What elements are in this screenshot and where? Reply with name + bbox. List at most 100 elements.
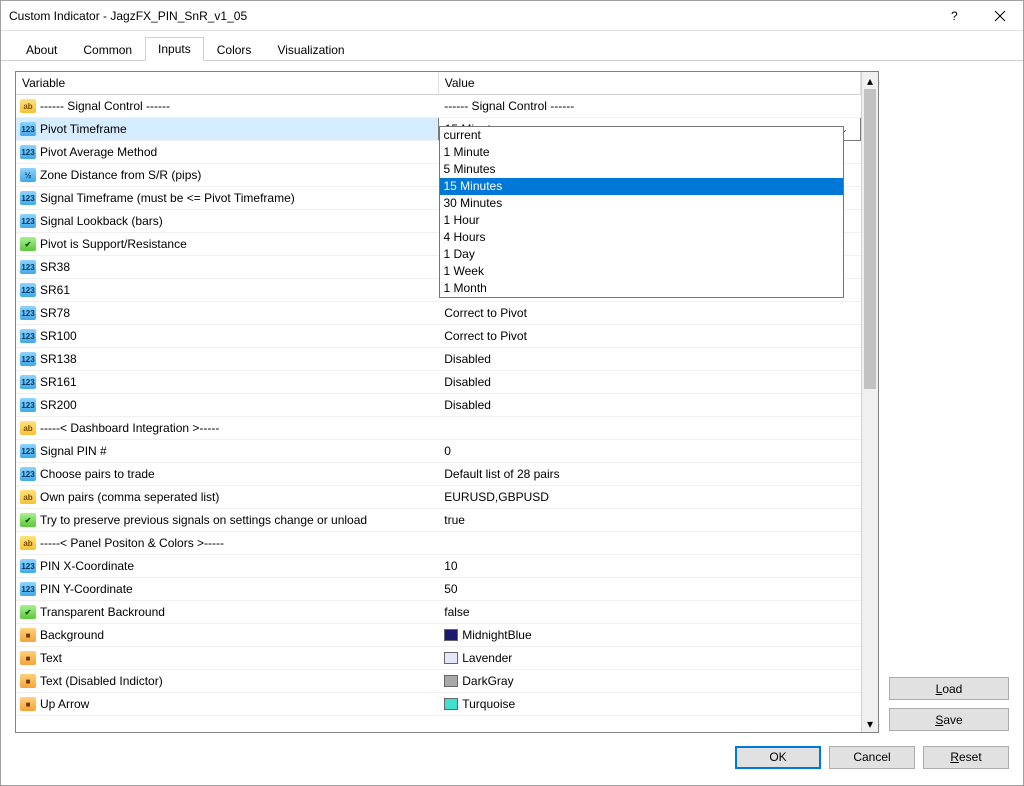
tab-about[interactable]: About — [13, 38, 70, 61]
variable-name: SR78 — [40, 306, 70, 320]
n123-type-icon: 123 — [20, 214, 36, 228]
value-text: Lavender — [462, 651, 512, 665]
color-type-icon: ■ — [20, 628, 36, 642]
tab-colors[interactable]: Colors — [204, 38, 265, 61]
table-row[interactable]: ab -----< Panel Positon & Colors >----- — [16, 532, 861, 555]
variable-name: Text — [40, 651, 62, 665]
variable-name: Zone Distance from S/R (pips) — [40, 168, 201, 182]
bool-type-icon: ✔ — [20, 237, 36, 251]
table-row[interactable]: ✔Try to preserve previous signals on set… — [16, 509, 861, 532]
value-text: Correct to Pivot — [444, 329, 527, 343]
ab-type-icon: ab — [20, 536, 36, 550]
n123-type-icon: 123 — [20, 444, 36, 458]
table-row[interactable]: 123Choose pairs to tradeDefault list of … — [16, 463, 861, 486]
n123-type-icon: 123 — [20, 398, 36, 412]
value-text: Disabled — [444, 375, 491, 389]
dropdown-option[interactable]: 15 Minutes — [440, 178, 844, 195]
table-row[interactable]: 123SR138Disabled — [16, 348, 861, 371]
table-row[interactable]: 123SR161Disabled — [16, 371, 861, 394]
value-text: MidnightBlue — [462, 628, 531, 642]
value-text: Default list of 28 pairs — [444, 467, 559, 481]
n123-type-icon: 123 — [20, 122, 36, 136]
help-button[interactable]: ? — [931, 1, 977, 31]
table-row[interactable]: 123Signal PIN #0 — [16, 440, 861, 463]
variable-name: -----< Panel Positon & Colors >----- — [40, 536, 224, 550]
tab-inputs[interactable]: Inputs — [145, 37, 204, 61]
table-row[interactable]: ab-----< Dashboard Integration >----- — [16, 417, 861, 440]
table-row[interactable]: 123PIN Y-Coordinate50 — [16, 578, 861, 601]
color-swatch — [444, 629, 458, 641]
scroll-thumb[interactable] — [864, 89, 876, 389]
value-text: true — [444, 513, 465, 527]
tab-common[interactable]: Common — [70, 38, 145, 61]
ok-button[interactable]: OK — [735, 746, 821, 769]
dropdown-option[interactable]: 1 Week — [440, 263, 844, 280]
load-button[interactable]: Load — [889, 677, 1009, 700]
variable-name: Signal Timeframe (must be <= Pivot Timef… — [40, 191, 295, 205]
variable-name: PIN X-Coordinate — [40, 559, 134, 573]
variable-name: Own pairs (comma seperated list) — [40, 490, 219, 504]
timeframe-dropdown[interactable]: current1 Minute5 Minutes15 Minutes30 Min… — [439, 126, 845, 298]
dropdown-option[interactable]: 4 Hours — [440, 229, 844, 246]
n123-type-icon: 123 — [20, 283, 36, 297]
table-row[interactable]: ■BackgroundMidnightBlue — [16, 624, 861, 647]
color-swatch — [444, 675, 458, 687]
color-swatch — [444, 652, 458, 664]
value-text: 10 — [444, 559, 457, 573]
n123-type-icon: 123 — [20, 467, 36, 481]
value-text: Turquoise — [462, 697, 515, 711]
variable-name: Pivot Average Method — [40, 145, 157, 159]
tab-bar: About Common Inputs Colors Visualization — [1, 34, 1023, 61]
table-row[interactable]: ■ Up Arrow Turquoise — [16, 693, 861, 716]
table-row[interactable]: ab------ Signal Control ------------ Sig… — [16, 95, 861, 118]
column-value[interactable]: Value — [438, 72, 860, 95]
variable-name: -----< Dashboard Integration >----- — [40, 421, 219, 435]
dropdown-option[interactable]: 1 Day — [440, 246, 844, 263]
variable-name: SR38 — [40, 260, 70, 274]
variable-name: SR61 — [40, 283, 70, 297]
table-row[interactable]: 123 SR78 Correct to Pivot — [16, 302, 861, 325]
scroll-down-icon[interactable]: ▾ — [862, 715, 878, 732]
dropdown-option[interactable]: 30 Minutes — [440, 195, 844, 212]
cancel-button[interactable]: Cancel — [829, 746, 915, 769]
n123-type-icon: 123 — [20, 145, 36, 159]
dropdown-option[interactable]: 5 Minutes — [440, 161, 844, 178]
dropdown-option[interactable]: 1 Month — [440, 280, 844, 297]
value-text: ------ Signal Control ------ — [444, 99, 574, 113]
titlebar: Custom Indicator - JagzFX_PIN_SnR_v1_05 … — [1, 1, 1023, 31]
table-row[interactable]: abOwn pairs (comma seperated list)EURUSD… — [16, 486, 861, 509]
variable-name: Signal PIN # — [40, 444, 107, 458]
value-text: Correct to Pivot — [444, 306, 527, 320]
value-text: Disabled — [444, 398, 491, 412]
variable-name: Pivot is Support/Resistance — [40, 237, 187, 251]
table-row[interactable]: ■ Text Lavender — [16, 647, 861, 670]
side-buttons: Load Save — [889, 71, 1009, 733]
tab-visualization[interactable]: Visualization — [264, 38, 357, 61]
table-row[interactable]: 123SR100Correct to Pivot — [16, 325, 861, 348]
color-type-icon: ■ — [20, 697, 36, 711]
bool-type-icon: ✔ — [20, 605, 36, 619]
table-row[interactable]: 123 PIN X-Coordinate 10 — [16, 555, 861, 578]
variable-name: SR161 — [40, 375, 77, 389]
save-button[interactable]: Save — [889, 708, 1009, 731]
dropdown-option[interactable]: current — [440, 127, 844, 144]
table-row[interactable]: ■Text (Disabled Indictor)DarkGray — [16, 670, 861, 693]
ab-type-icon: ab — [20, 490, 36, 504]
close-button[interactable] — [977, 1, 1023, 31]
n123-type-icon: 123 — [20, 559, 36, 573]
color-type-icon: ■ — [20, 651, 36, 665]
reset-button[interactable]: Reset — [923, 746, 1009, 769]
dropdown-option[interactable]: 1 Hour — [440, 212, 844, 229]
n123-type-icon: 123 — [20, 306, 36, 320]
vertical-scrollbar[interactable]: ▴ ▾ — [861, 72, 878, 732]
column-variable[interactable]: Variable — [16, 72, 438, 95]
dropdown-option[interactable]: 1 Minute — [440, 144, 844, 161]
table-row[interactable]: 123SR200Disabled — [16, 394, 861, 417]
scroll-up-icon[interactable]: ▴ — [862, 72, 878, 89]
content-area: Variable Value ab------ Signal Control -… — [1, 61, 1023, 739]
variable-name: PIN Y-Coordinate — [40, 582, 133, 596]
variable-name: SR138 — [40, 352, 77, 366]
variable-name: Up Arrow — [40, 697, 89, 711]
variable-name: ------ Signal Control ------ — [40, 99, 170, 113]
table-row[interactable]: ✔Transparent Backroundfalse — [16, 601, 861, 624]
